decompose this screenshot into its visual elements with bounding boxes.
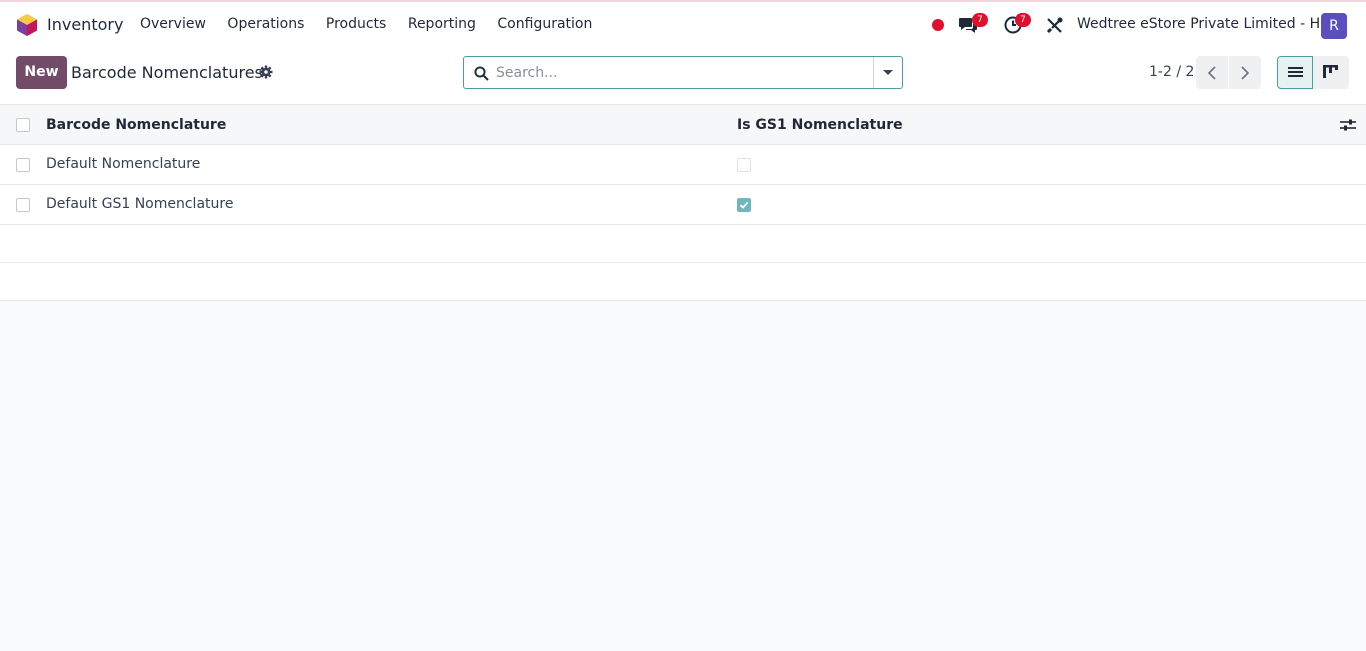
is-gs1-checkbox (737, 198, 751, 212)
inventory-app-icon[interactable] (17, 14, 37, 36)
nomenclature-name[interactable]: Default GS1 Nomenclature (46, 196, 233, 212)
search-options-toggle[interactable] (873, 57, 902, 88)
menu-configuration[interactable]: Configuration (497, 16, 592, 32)
checkmark-icon (739, 201, 749, 209)
empty-row (0, 263, 1366, 301)
company-switcher[interactable]: Wedtree eStore Private Limited - HO (1077, 16, 1331, 32)
list-table: Barcode Nomenclature Is GS1 Nomenclature… (0, 105, 1366, 301)
activities-count-badge: 7 (1015, 13, 1031, 27)
table-row[interactable]: Default GS1 Nomenclature (0, 185, 1366, 225)
pager-value[interactable]: 1-2 / 2 (1149, 64, 1194, 80)
kanban-view-icon (1323, 65, 1338, 78)
optional-columns-icon[interactable] (1340, 118, 1356, 132)
column-header-name[interactable]: Barcode Nomenclature (46, 117, 226, 133)
control-panel: New Barcode Nomenclatures 1-2 / 2 (0, 48, 1366, 105)
empty-row (0, 225, 1366, 263)
gear-icon[interactable] (259, 65, 273, 79)
list-view-icon (1288, 67, 1303, 77)
new-button[interactable]: New (16, 56, 67, 89)
chevron-left-icon (1207, 66, 1216, 80)
messages-count-badge: 7 (972, 13, 988, 27)
list-view-button[interactable] (1277, 56, 1313, 89)
search-input[interactable] (496, 58, 871, 87)
nomenclature-name[interactable]: Default Nomenclature (46, 156, 200, 172)
breadcrumb-title: Barcode Nomenclatures (71, 63, 263, 82)
row-select-checkbox[interactable] (16, 198, 30, 212)
pager-next-button[interactable] (1229, 56, 1261, 89)
table-row[interactable]: Default Nomenclature (0, 145, 1366, 185)
user-avatar[interactable]: R (1321, 13, 1347, 39)
row-select-checkbox[interactable] (16, 158, 30, 172)
search-bar (463, 56, 903, 89)
kanban-view-button[interactable] (1313, 56, 1349, 89)
pager-previous-button[interactable] (1196, 56, 1228, 89)
chevron-right-icon (1241, 66, 1250, 80)
table-header-row: Barcode Nomenclature Is GS1 Nomenclature (0, 105, 1366, 145)
menu-products[interactable]: Products (326, 16, 386, 32)
recording-dot-icon[interactable] (932, 19, 944, 31)
main-menu: Overview Operations Products Reporting C… (140, 16, 614, 32)
column-header-is-gs1[interactable]: Is GS1 Nomenclature (737, 117, 903, 133)
is-gs1-checkbox (737, 158, 751, 172)
debug-tools-icon[interactable] (1046, 17, 1063, 34)
top-navbar: Inventory Overview Operations Products R… (0, 2, 1366, 48)
app-name[interactable]: Inventory (47, 15, 123, 34)
menu-overview[interactable]: Overview (140, 16, 206, 32)
select-all-checkbox[interactable] (16, 118, 30, 132)
menu-operations[interactable]: Operations (227, 16, 304, 32)
menu-reporting[interactable]: Reporting (408, 16, 476, 32)
caret-down-icon (883, 70, 893, 75)
search-icon (474, 66, 489, 81)
